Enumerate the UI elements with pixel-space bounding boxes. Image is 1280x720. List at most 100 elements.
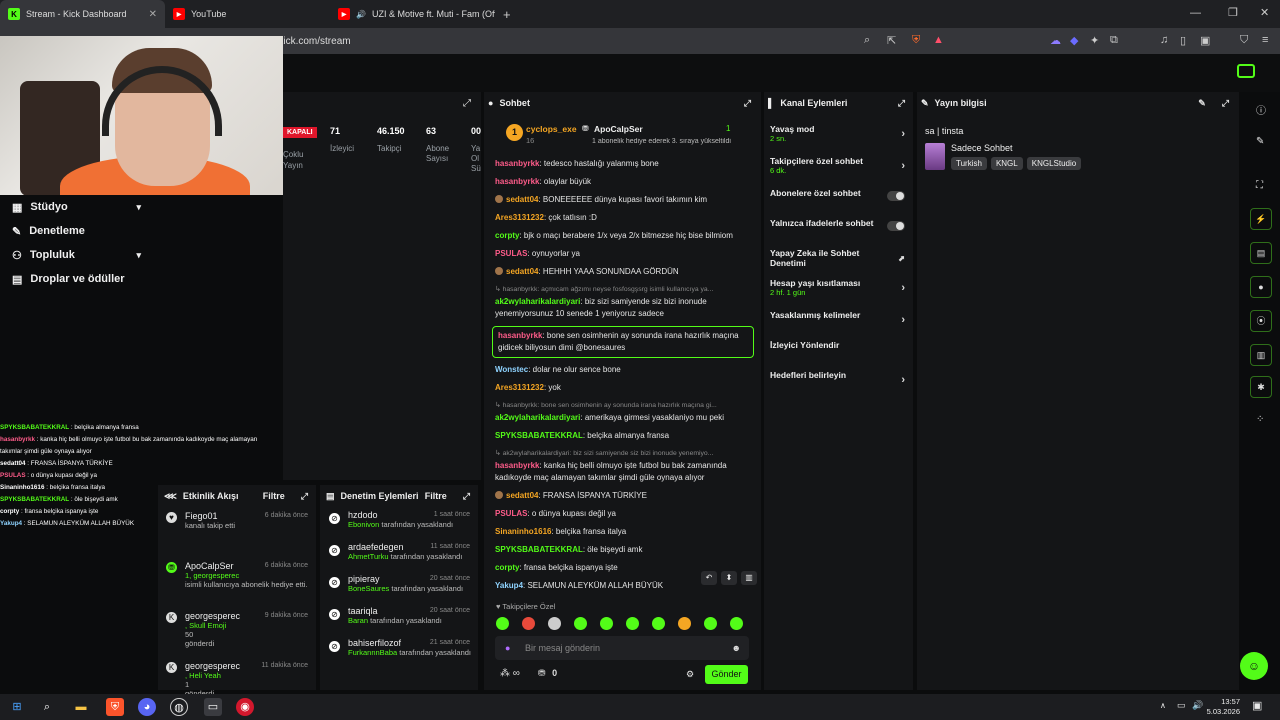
- new-tab-button[interactable]: +: [495, 7, 519, 22]
- activity-item[interactable]: Kgeorgesperec 9 dakika önce, Skull Emoji 5…: [158, 607, 316, 657]
- extension-icon[interactable]: ◆: [1070, 34, 1078, 47]
- emoji-icon[interactable]: ☻: [732, 636, 741, 660]
- expand-icon[interactable]: ⤢: [301, 491, 308, 502]
- nav-community[interactable]: ⚇ Topluluk ▾: [0, 243, 155, 267]
- chat-reply-reference[interactable]: ↳ hasanbyrkk: bone sen osimhenin ay sonu…: [492, 400, 754, 412]
- chat-message[interactable]: ak2wylaharikalardiyari: biz sizi samiyen…: [492, 296, 754, 320]
- chat-username[interactable]: hasanbyrkk: [495, 159, 539, 168]
- extension-icon[interactable]: ☁: [1050, 34, 1061, 47]
- share-nodes-icon[interactable]: ⁘: [1256, 414, 1264, 425]
- chat-message[interactable]: PSULAS: o dünya kupası değil ya: [492, 508, 754, 520]
- windows-start-icon[interactable]: ⊞: [8, 698, 26, 716]
- emote-icon[interactable]: [730, 617, 743, 630]
- chat-message[interactable]: ak2wylaharikalardiyari: amerikaya girmes…: [492, 412, 754, 424]
- chat-message[interactable]: hasanbyrkk: kanka hiç belli olmuyo işte …: [492, 460, 754, 484]
- chat-username[interactable]: corpty: [495, 563, 519, 572]
- url-field[interactable]: board.kick.com/stream: [250, 33, 950, 50]
- chat-username[interactable]: PSULAS: [495, 249, 527, 258]
- chat-message[interactable]: sedatt04: FRANSA İSPANYA TÜRKİYE: [492, 490, 754, 502]
- toggle-switch[interactable]: [887, 221, 905, 231]
- edit-icon[interactable]: ✎: [1256, 136, 1264, 147]
- network-icon[interactable]: ▭: [1177, 700, 1186, 711]
- chat-reply-reference[interactable]: ↳ hasanbyrkk: açmıcam ağzımı neyse fosfo…: [492, 284, 754, 296]
- brave-rewards-icon[interactable]: ▲: [933, 34, 944, 46]
- restore-icon[interactable]: ❐: [1228, 6, 1238, 19]
- activity-item[interactable]: ♥ Fiego01 6 dakika önce kanalı takip etti: [158, 507, 316, 557]
- wrench-icon[interactable]: ✱: [1250, 376, 1272, 398]
- channel-action-item[interactable]: Yavaş mod 2 sn. ›: [764, 124, 913, 150]
- chat-message[interactable]: sedatt04: BONEEEEEE dünya kupası favori …: [492, 194, 754, 206]
- brave-shield-icon[interactable]: ⛨: [912, 34, 920, 47]
- app-icon[interactable]: ◉: [236, 698, 254, 716]
- expand-icon[interactable]: ⤢: [1222, 98, 1229, 109]
- nav-studio[interactable]: ▦ Stüdyo ▾: [0, 195, 155, 219]
- search-icon[interactable]: ⌕: [38, 698, 56, 716]
- expand-icon[interactable]: ⤢: [463, 491, 470, 502]
- channel-action-item[interactable]: Yasaklanmış kelimeler ›: [764, 310, 913, 336]
- chat-username[interactable]: Ares3131232: [495, 383, 544, 392]
- stream-tag[interactable]: KNGL: [990, 157, 1023, 170]
- channel-action-item[interactable]: Yapay Zeka ile Sohbet Denetimi ⬈: [764, 248, 913, 274]
- notes-icon[interactable]: ▤: [1250, 242, 1272, 264]
- taskbar-clock[interactable]: 13:57 5.03.2026: [1207, 697, 1240, 717]
- channel-action-item[interactable]: Hesap yaşı kısıtlaması 2 hf. 1 gün ›: [764, 278, 913, 304]
- chat-username[interactable]: ak2wylaharikalardiyari: [495, 297, 580, 306]
- volume-icon[interactable]: 🔊: [1192, 700, 1203, 711]
- extension-icon[interactable]: ✦: [1090, 34, 1099, 47]
- delete-icon[interactable]: ▥: [741, 571, 757, 585]
- channel-action-item[interactable]: Yalnızca ifadelerle sohbet: [764, 218, 913, 244]
- chat-message[interactable]: Ares3131232: çok tatlısın :D: [492, 212, 754, 224]
- chat-username[interactable]: SPYKSBABATEKKRAL: [495, 545, 583, 554]
- chat-username[interactable]: PSULAS: [495, 509, 527, 518]
- bolt-icon[interactable]: ⚡: [1250, 208, 1272, 230]
- filter-button[interactable]: Filtre: [425, 491, 447, 501]
- channel-action-item[interactable]: İzleyici Yönlendir: [764, 340, 913, 366]
- chat-reply-reference[interactable]: ↳ ak2wylaharikalardiyari: biz sizi samiy…: [492, 448, 754, 460]
- emote-icon[interactable]: [574, 617, 587, 630]
- database-icon[interactable]: ▥: [1250, 344, 1272, 366]
- pin-icon[interactable]: ⬍: [721, 571, 737, 585]
- chat-username[interactable]: Yakup4: [495, 581, 523, 590]
- emote-icon[interactable]: [652, 617, 665, 630]
- shield-icon[interactable]: ⛉: [1240, 34, 1248, 47]
- chat-username[interactable]: corpty: [495, 231, 519, 240]
- broadcast-icon[interactable]: ⦿: [1250, 310, 1272, 332]
- tab-uzi-video[interactable]: ▶ 🔊 UZI & Motive ft. Muti - Fam (Offi: [330, 0, 495, 28]
- wallet-icon[interactable]: ▣: [1200, 34, 1210, 47]
- activity-item[interactable]: ⛃ ApoCalpSer 6 dakika önce 1, georgesperec i…: [158, 557, 316, 607]
- moderation-item[interactable]: ⊘ pipieray 20 saat önce BoneSaures tarafınd…: [320, 571, 478, 603]
- puzzle-icon[interactable]: ⧉: [1110, 34, 1118, 47]
- obs-icon[interactable]: ◍: [170, 698, 188, 716]
- sidebar-icon[interactable]: ▯: [1180, 34, 1186, 47]
- chat-username[interactable]: hasanbyrkk: [498, 331, 542, 340]
- pinned-event[interactable]: 1 cyclops_exe 16 ⛃ ApoCalpSer 1 1 abonel…: [492, 120, 752, 150]
- moderation-item[interactable]: ⊘ taariqla 20 saat önce Baran tarafından ya…: [320, 603, 478, 635]
- chat-username[interactable]: sedatt04: [506, 267, 538, 276]
- chat-username[interactable]: Ares3131232: [495, 213, 544, 222]
- send-button[interactable]: Gönder: [705, 665, 748, 684]
- emote-icon[interactable]: [522, 617, 535, 630]
- zoom-icon[interactable]: ⌕: [864, 34, 870, 47]
- channel-action-item[interactable]: Takipçilere özel sohbet 6 dk. ›: [764, 156, 913, 182]
- tab-youtube[interactable]: ▶ YouTube: [165, 0, 330, 28]
- settings-icon[interactable]: ⚙: [686, 669, 694, 680]
- emote-icon[interactable]: [626, 617, 639, 630]
- chat-username[interactable]: sedatt04: [506, 195, 538, 204]
- emote-icon[interactable]: [548, 617, 561, 630]
- expand-icon[interactable]: ⤢: [744, 98, 751, 109]
- points-indicator[interactable]: ⁂ ∞: [500, 668, 520, 679]
- info-icon[interactable]: ⓘ: [1256, 102, 1266, 117]
- nav-moderation[interactable]: ✎ Denetleme: [0, 219, 155, 243]
- chat-bubble-icon[interactable]: ●: [1250, 276, 1272, 298]
- toggle-switch[interactable]: [887, 191, 905, 201]
- emote-icon[interactable]: [678, 617, 691, 630]
- chat-username[interactable]: hasanbyrkk: [495, 461, 539, 470]
- chat-message[interactable]: SPYKSBABATEKKRAL: öle bişeydi amk: [492, 544, 754, 556]
- expand-icon[interactable]: ⤢: [898, 98, 905, 109]
- chat-message[interactable]: corpty: bjk o maçı berabere 1/x veya 2/x…: [492, 230, 754, 242]
- chat-message[interactable]: hasanbyrkk: bone sen osimhenin ay sonund…: [492, 326, 754, 358]
- crop-icon[interactable]: ⛶: [1256, 180, 1263, 191]
- moderation-item[interactable]: ⊘ hzdodo 1 saat önce Ebonivon tarafından ya…: [320, 507, 478, 539]
- support-chat-button[interactable]: ☺: [1240, 652, 1268, 680]
- chat-message[interactable]: PSULAS: oynuyorlar ya: [492, 248, 754, 260]
